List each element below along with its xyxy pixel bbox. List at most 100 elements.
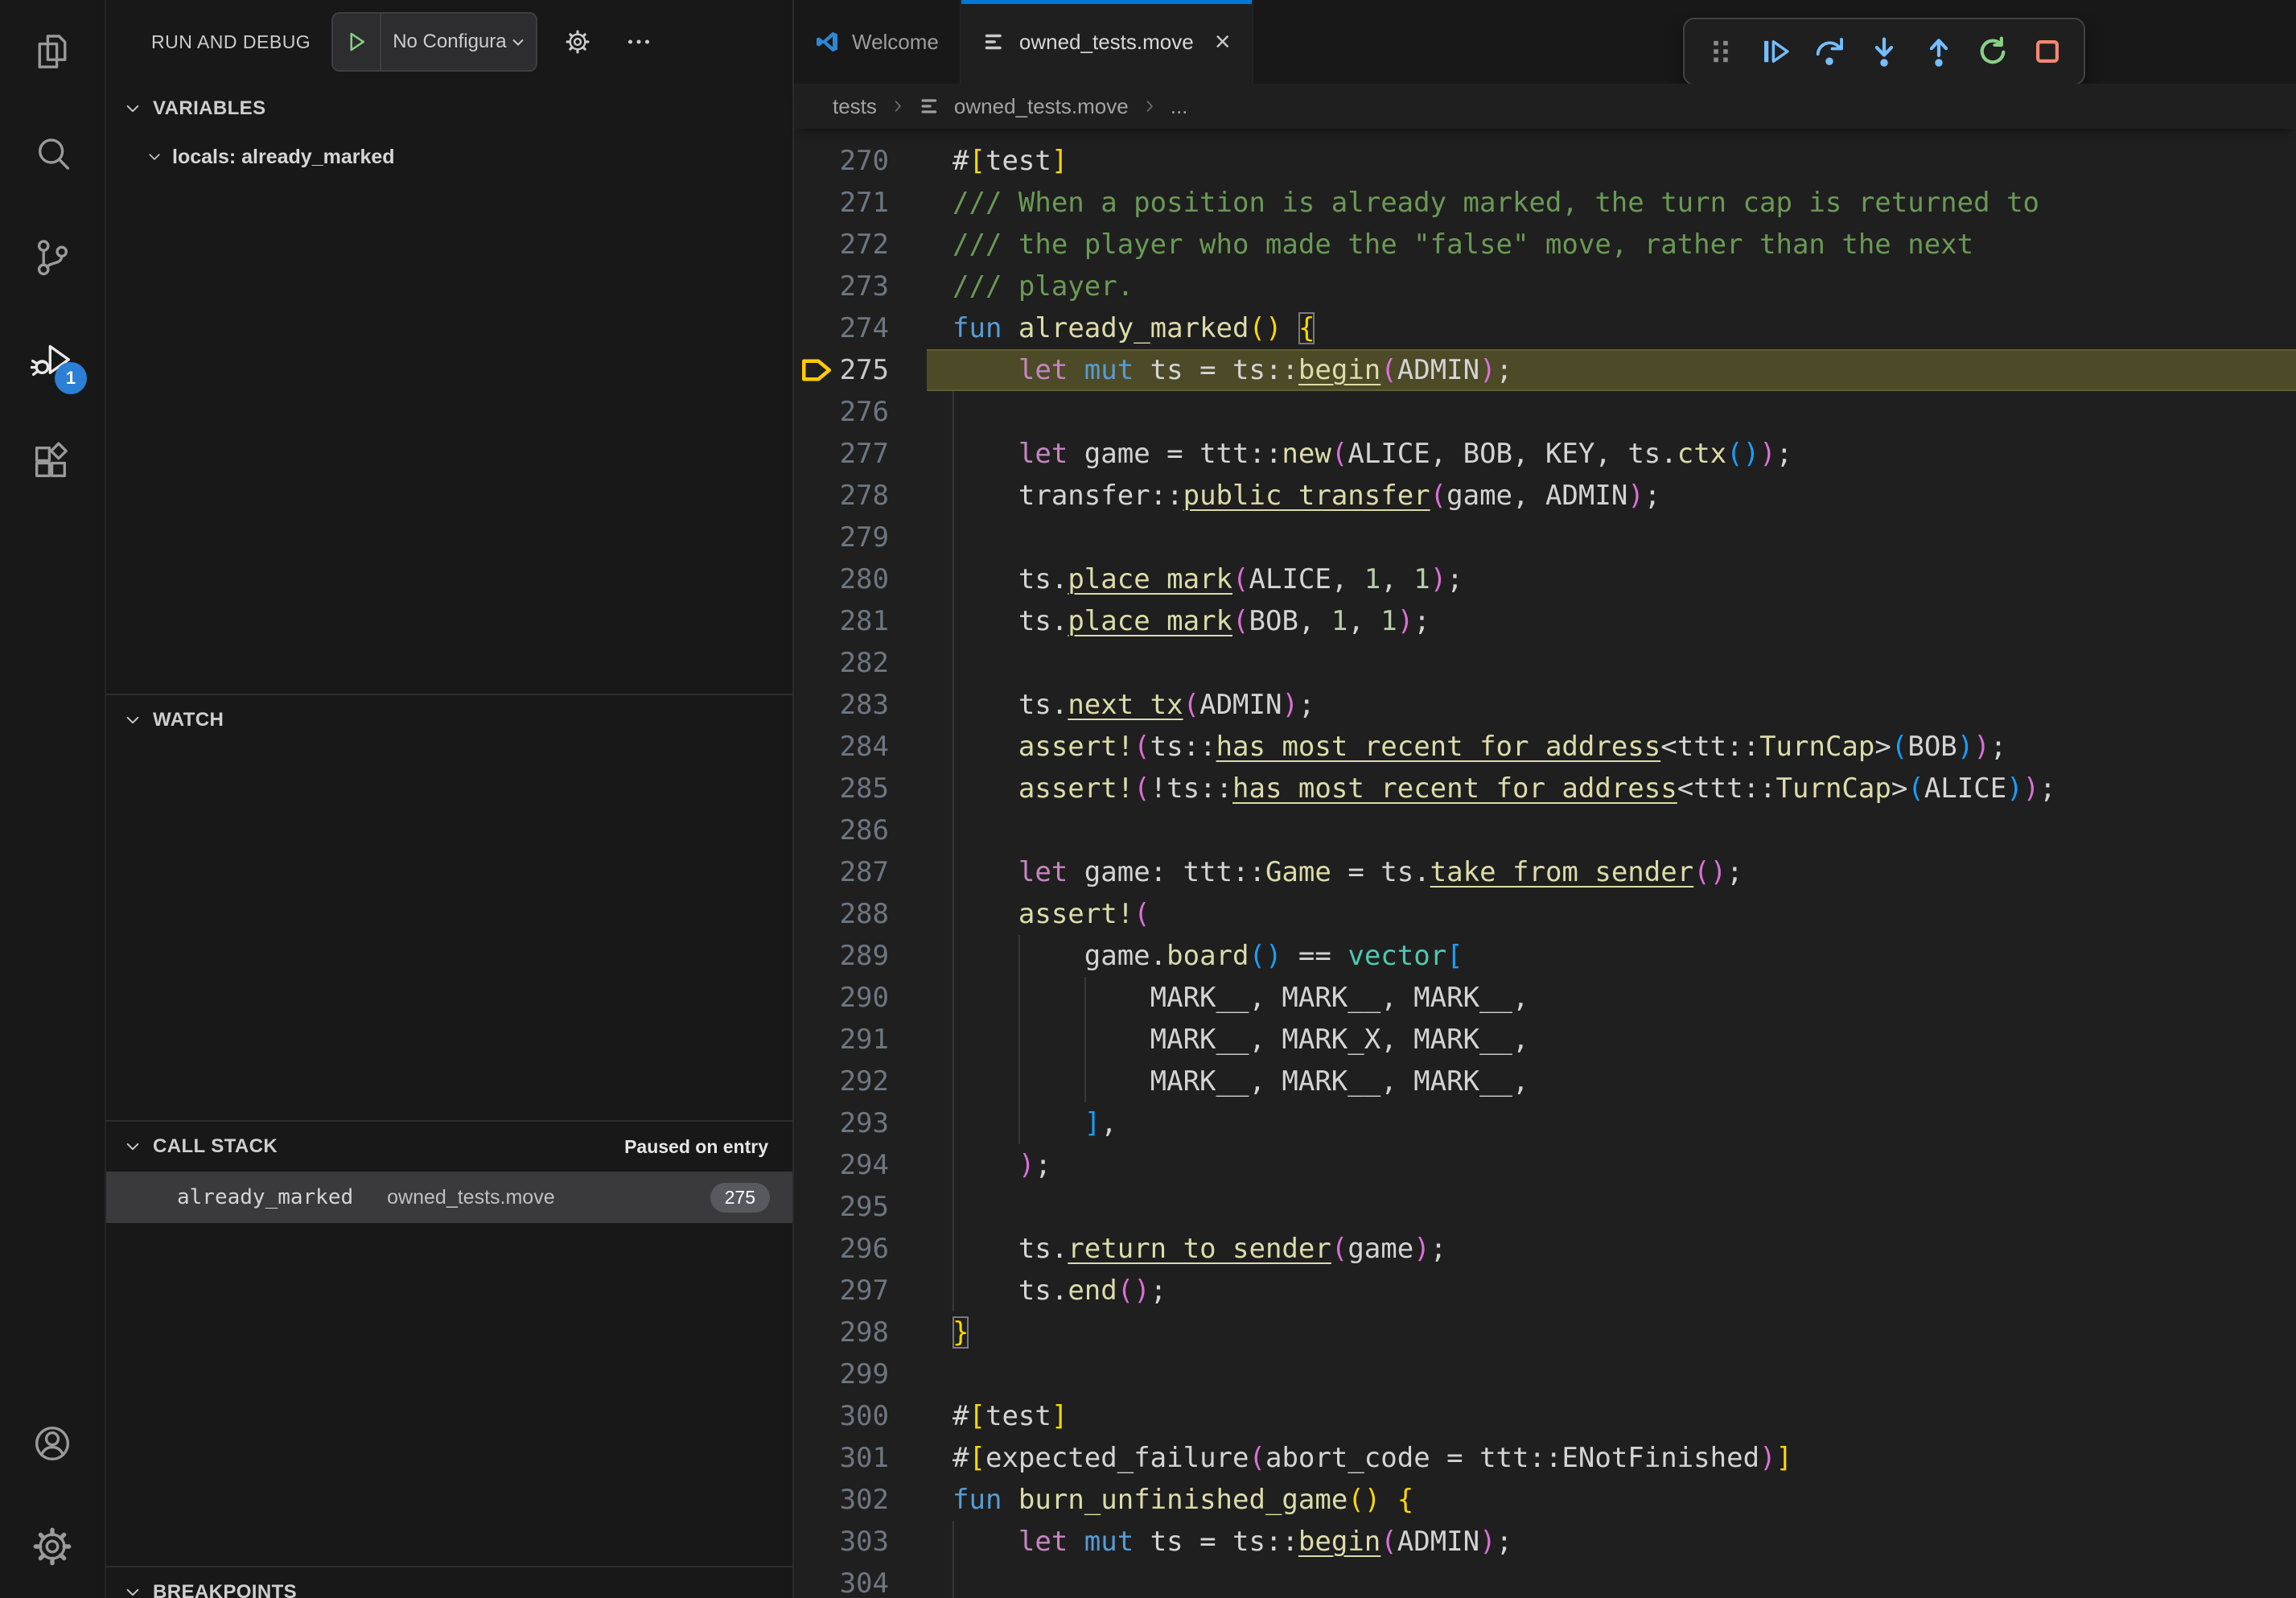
- gutter-line-number[interactable]: 271: [794, 182, 927, 224]
- gutter-line-number[interactable]: 273: [794, 266, 927, 307]
- code-line-content[interactable]: ts.end();: [927, 1270, 2296, 1312]
- restart-button[interactable]: [1969, 27, 2018, 76]
- code-line-content[interactable]: assert!(!ts::has_most_recent_for_address…: [927, 768, 2296, 809]
- gutter-line-number[interactable]: 281: [794, 600, 927, 642]
- code-line-content[interactable]: let mut ts = ts::begin(ADMIN);: [927, 349, 2296, 391]
- code-line-content[interactable]: /// the player who made the "false" move…: [927, 224, 2296, 266]
- gutter-line-number[interactable]: 301: [794, 1437, 927, 1479]
- toolbar-drag-handle[interactable]: [1696, 27, 1746, 76]
- gutter-line-number[interactable]: 283: [794, 684, 927, 726]
- code-line-content[interactable]: [927, 809, 2296, 851]
- call-stack-frame[interactable]: already_marked owned_tests.move 275: [106, 1172, 792, 1223]
- code-line-content[interactable]: MARK__, MARK_X, MARK__,: [927, 1019, 2296, 1061]
- gutter-line-number[interactable]: 291: [794, 1019, 927, 1061]
- code-line-content[interactable]: let game: ttt::Game = ts.take_from_sende…: [927, 851, 2296, 893]
- code-editor[interactable]: 270#[test]271/// When a position is alre…: [794, 129, 2296, 1598]
- code-line-content[interactable]: [927, 1186, 2296, 1228]
- step-over-button[interactable]: [1804, 27, 1854, 76]
- code-line-content[interactable]: assert!(: [927, 893, 2296, 935]
- gutter-line-number[interactable]: 284: [794, 726, 927, 768]
- code-line-content[interactable]: ],: [927, 1102, 2296, 1144]
- code-line-content[interactable]: MARK__, MARK__, MARK__,: [927, 1061, 2296, 1102]
- gutter-line-number[interactable]: 277: [794, 433, 927, 475]
- settings-button[interactable]: [0, 1495, 105, 1598]
- call-stack-section-header[interactable]: CALL STACK Paused on entry: [106, 1122, 792, 1172]
- code-line-content[interactable]: fun burn_unfinished_game() {: [927, 1479, 2296, 1521]
- gutter-line-number[interactable]: 304: [794, 1563, 927, 1598]
- gutter-line-number[interactable]: 292: [794, 1061, 927, 1102]
- tab-welcome[interactable]: Welcome: [794, 0, 961, 84]
- gutter-line-number[interactable]: 288: [794, 893, 927, 935]
- code-line-content[interactable]: [927, 642, 2296, 684]
- code-line-content[interactable]: #[test]: [927, 140, 2296, 182]
- gutter-line-number[interactable]: 272: [794, 224, 927, 266]
- breadcrumb-item-file[interactable]: owned_tests.move: [954, 94, 1129, 119]
- gutter-line-number[interactable]: 287: [794, 851, 927, 893]
- stop-button[interactable]: [2022, 27, 2072, 76]
- breadcrumb-item-tests[interactable]: tests: [833, 94, 877, 119]
- gutter-line-number[interactable]: 290: [794, 977, 927, 1019]
- code-line-content[interactable]: /// When a position is already marked, t…: [927, 182, 2296, 224]
- continue-button[interactable]: [1751, 27, 1800, 76]
- views-more-actions-button[interactable]: [618, 21, 660, 63]
- code-line-content[interactable]: #[test]: [927, 1395, 2296, 1437]
- gutter-line-number[interactable]: 294: [794, 1144, 927, 1186]
- close-icon[interactable]: ×: [1215, 28, 1231, 56]
- gutter-line-number[interactable]: 297: [794, 1270, 927, 1312]
- code-line-content[interactable]: /// player.: [927, 266, 2296, 307]
- gutter-line-number[interactable]: 298: [794, 1312, 927, 1353]
- gutter-line-number[interactable]: 276: [794, 391, 927, 433]
- variables-section-header[interactable]: VARIABLES: [106, 84, 792, 134]
- gutter-line-number[interactable]: 286: [794, 809, 927, 851]
- account-button[interactable]: [0, 1392, 105, 1495]
- code-line-content[interactable]: [927, 1563, 2296, 1598]
- code-line-content[interactable]: let game = ttt::new(ALICE, BOB, KEY, ts.…: [927, 433, 2296, 475]
- code-line-content[interactable]: ts.place_mark(BOB, 1, 1);: [927, 600, 2296, 642]
- gutter-line-number[interactable]: 285: [794, 768, 927, 809]
- gutter-line-number[interactable]: 295: [794, 1186, 927, 1228]
- gutter-line-number[interactable]: 280: [794, 558, 927, 600]
- gutter-line-number[interactable]: 279: [794, 517, 927, 558]
- breadcrumb-item-symbol[interactable]: ...: [1171, 94, 1188, 119]
- start-debug-button[interactable]: [333, 14, 381, 70]
- step-out-button[interactable]: [1914, 27, 1964, 76]
- gutter-line-number[interactable]: 299: [794, 1353, 927, 1395]
- code-line-content[interactable]: game.board() == vector[: [927, 935, 2296, 977]
- code-line-content[interactable]: assert!(ts::has_most_recent_for_address<…: [927, 726, 2296, 768]
- gutter-line-number[interactable]: 278: [794, 475, 927, 517]
- gutter-line-number[interactable]: 303: [794, 1521, 927, 1563]
- variables-scope-locals[interactable]: locals: already_marked: [106, 134, 792, 180]
- code-line-content[interactable]: [927, 1353, 2296, 1395]
- sidebar-item-source-control[interactable]: [0, 206, 105, 309]
- code-line-content[interactable]: ts.place_mark(ALICE, 1, 1);: [927, 558, 2296, 600]
- sidebar-item-run-and-debug[interactable]: 1: [0, 309, 105, 412]
- gutter-line-number[interactable]: 270: [794, 140, 927, 182]
- code-line-content[interactable]: ts.return_to_sender(game);: [927, 1228, 2296, 1270]
- code-line-content[interactable]: fun already_marked() {: [927, 307, 2296, 349]
- tab-owned-tests-move[interactable]: owned_tests.move ×: [961, 0, 1253, 84]
- debug-settings-button[interactable]: [557, 21, 599, 63]
- code-line-content[interactable]: MARK__, MARK__, MARK__,: [927, 977, 2296, 1019]
- gutter-line-number[interactable]: 275: [794, 349, 927, 391]
- code-line-content[interactable]: );: [927, 1144, 2296, 1186]
- code-line-content[interactable]: #[expected_failure(abort_code = ttt::ENo…: [927, 1437, 2296, 1479]
- code-line-content[interactable]: [927, 517, 2296, 558]
- gutter-line-number[interactable]: 302: [794, 1479, 927, 1521]
- watch-section-header[interactable]: WATCH: [106, 695, 792, 745]
- gutter-line-number[interactable]: 289: [794, 935, 927, 977]
- sidebar-item-extensions[interactable]: [0, 412, 105, 515]
- gutter-line-number[interactable]: 300: [794, 1395, 927, 1437]
- code-line-content[interactable]: [927, 391, 2296, 433]
- sidebar-item-search[interactable]: [0, 103, 105, 206]
- gutter-line-number[interactable]: 274: [794, 307, 927, 349]
- debug-configuration-dropdown[interactable]: No Configura: [331, 12, 537, 72]
- code-line-content[interactable]: let mut ts = ts::begin(ADMIN);: [927, 1521, 2296, 1563]
- step-into-button[interactable]: [1859, 27, 1909, 76]
- sidebar-item-explorer[interactable]: [0, 0, 105, 103]
- code-line-content[interactable]: }: [927, 1312, 2296, 1353]
- gutter-line-number[interactable]: 296: [794, 1228, 927, 1270]
- gutter-line-number[interactable]: 293: [794, 1102, 927, 1144]
- breakpoints-section-header[interactable]: BREAKPOINTS: [106, 1567, 792, 1598]
- gutter-line-number[interactable]: 282: [794, 642, 927, 684]
- code-line-content[interactable]: ts.next_tx(ADMIN);: [927, 684, 2296, 726]
